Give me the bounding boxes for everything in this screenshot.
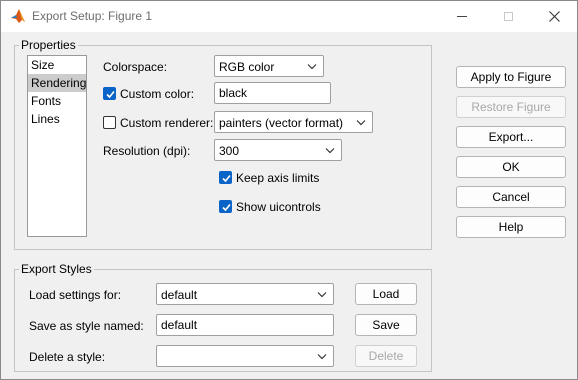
export-styles-legend: Export Styles (21, 262, 92, 276)
chevron-down-icon (325, 148, 335, 154)
custom-renderer-checkbox[interactable] (103, 116, 116, 129)
checkmark-icon (106, 90, 115, 99)
load-settings-dropdown[interactable]: default (156, 283, 334, 305)
list-item-fonts[interactable]: Fonts (28, 92, 86, 110)
maximize-icon (503, 12, 513, 21)
keep-axis-limits-checkbox[interactable] (219, 171, 232, 184)
list-item-rendering[interactable]: Rendering (28, 74, 86, 92)
list-item-size[interactable]: Size (28, 56, 86, 74)
checkmark-icon (222, 174, 231, 183)
custom-color-checkbox[interactable] (103, 87, 116, 100)
list-item-lines[interactable]: Lines (28, 110, 86, 128)
custom-renderer-label: Custom renderer: (120, 116, 214, 130)
minimize-button[interactable] (439, 1, 485, 32)
custom-color-label: Custom color: (120, 87, 195, 101)
colorspace-label: Colorspace: (103, 60, 168, 74)
maximize-button[interactable] (485, 1, 531, 32)
cancel-button[interactable]: Cancel (456, 186, 566, 208)
title-bar: Export Setup: Figure 1 (1, 1, 577, 32)
properties-listbox[interactable]: Size Rendering Fonts Lines (27, 55, 87, 237)
colorspace-value: RGB color (219, 60, 275, 74)
chevron-down-icon (317, 292, 327, 298)
matlab-logo-icon (10, 8, 26, 24)
custom-color-input[interactable]: black (214, 82, 331, 104)
chevron-down-icon (307, 64, 317, 70)
colorspace-dropdown[interactable]: RGB color (214, 55, 324, 77)
load-button[interactable]: Load (355, 283, 417, 305)
chevron-down-icon (356, 120, 366, 126)
custom-renderer-dropdown[interactable]: painters (vector format) (214, 111, 373, 133)
delete-button[interactable]: Delete (355, 345, 417, 367)
export-button[interactable]: Export... (456, 126, 566, 148)
save-button[interactable]: Save (355, 314, 417, 336)
window-title: Export Setup: Figure 1 (32, 9, 153, 23)
properties-legend: Properties (21, 38, 76, 52)
save-style-input[interactable]: default (156, 314, 334, 336)
resolution-value: 300 (219, 144, 240, 158)
checkmark-icon (222, 203, 231, 212)
apply-to-figure-button[interactable]: Apply to Figure (456, 66, 566, 88)
custom-renderer-value: painters (vector format) (219, 116, 344, 130)
delete-style-label: Delete a style: (29, 350, 106, 364)
resolution-dropdown[interactable]: 300 (214, 139, 342, 161)
resolution-label: Resolution (dpi): (103, 144, 191, 158)
export-setup-dialog: Export Setup: Figure 1 Properties Size R… (0, 0, 578, 380)
save-style-label: Save as style named: (29, 319, 144, 333)
show-uicontrols-checkbox[interactable] (219, 200, 232, 213)
show-uicontrols-label: Show uicontrols (236, 200, 321, 214)
restore-figure-button[interactable]: Restore Figure (456, 96, 566, 118)
load-settings-value: default (161, 288, 198, 302)
keep-axis-limits-label: Keep axis limits (236, 171, 320, 185)
minimize-icon (457, 16, 467, 17)
help-button[interactable]: Help (456, 216, 566, 238)
close-icon (548, 11, 560, 22)
chevron-down-icon (317, 354, 327, 360)
ok-button[interactable]: OK (456, 156, 566, 178)
delete-style-dropdown[interactable] (156, 345, 334, 367)
load-settings-label: Load settings for: (29, 288, 122, 302)
close-button[interactable] (531, 1, 577, 32)
